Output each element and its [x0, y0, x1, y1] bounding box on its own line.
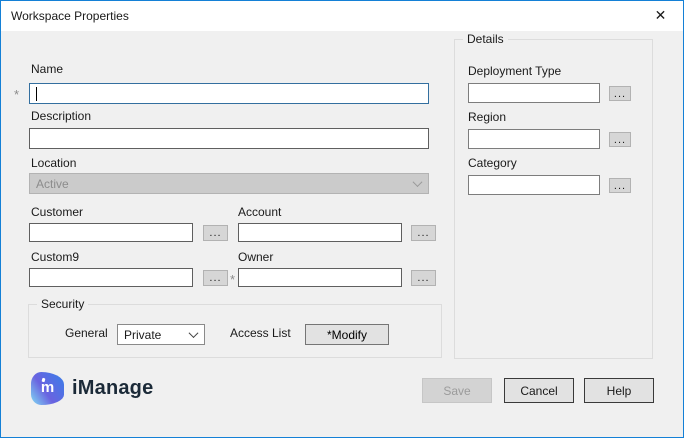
owner-label: Owner: [238, 250, 273, 264]
custom9-input[interactable]: [29, 268, 193, 287]
deployment-type-browse-button[interactable]: ...: [609, 86, 631, 101]
location-select: Active: [29, 173, 429, 194]
workspace-properties-dialog: Workspace Properties ✕ Name * Descriptio…: [0, 0, 684, 438]
help-button[interactable]: Help: [584, 378, 654, 403]
modify-access-list-button[interactable]: *Modify: [305, 324, 389, 345]
access-list-label: Access List: [230, 326, 291, 340]
customer-browse-button[interactable]: ...: [203, 225, 228, 241]
close-icon[interactable]: ✕: [638, 1, 683, 30]
save-button: Save: [422, 378, 492, 403]
brand-name: iManage: [72, 377, 153, 400]
account-input[interactable]: [238, 223, 402, 242]
security-legend: Security: [37, 297, 88, 311]
chevron-down-icon: [189, 328, 199, 338]
general-select[interactable]: Private: [117, 324, 205, 345]
deployment-type-input[interactable]: [468, 83, 600, 103]
location-selected-value: Active: [36, 177, 69, 191]
owner-browse-button[interactable]: ...: [411, 270, 436, 286]
chevron-down-icon: [413, 177, 423, 187]
details-groupbox: Details Deployment Type ... Region ... C…: [454, 39, 653, 359]
general-label: General: [65, 326, 108, 340]
category-input[interactable]: [468, 175, 600, 195]
general-selected-value: Private: [124, 328, 161, 342]
imanage-logo: m iManage: [31, 372, 153, 405]
text-caret: [36, 87, 37, 101]
name-label: Name: [31, 62, 63, 76]
name-input[interactable]: [29, 83, 429, 104]
category-browse-button[interactable]: ...: [609, 178, 631, 193]
deployment-type-label: Deployment Type: [468, 64, 561, 78]
cancel-button[interactable]: Cancel: [504, 378, 574, 403]
category-label: Category: [468, 156, 517, 170]
name-required-marker: *: [14, 87, 19, 102]
imanage-logo-icon: m: [31, 372, 64, 405]
security-groupbox: Security General Private Access List *Mo…: [28, 304, 442, 358]
region-browse-button[interactable]: ...: [609, 132, 631, 147]
location-label: Location: [31, 156, 76, 170]
account-browse-button[interactable]: ...: [411, 225, 436, 241]
owner-required-marker: *: [230, 272, 235, 287]
details-legend: Details: [463, 32, 508, 46]
region-label: Region: [468, 110, 506, 124]
custom9-browse-button[interactable]: ...: [203, 270, 228, 286]
title-bar[interactable]: Workspace Properties ✕: [1, 1, 683, 31]
owner-input[interactable]: [238, 268, 402, 287]
customer-input[interactable]: [29, 223, 193, 242]
description-label: Description: [31, 109, 91, 123]
description-input[interactable]: [29, 128, 429, 149]
window-title: Workspace Properties: [1, 9, 129, 23]
customer-label: Customer: [31, 205, 83, 219]
region-input[interactable]: [468, 129, 600, 149]
account-label: Account: [238, 205, 281, 219]
custom9-label: Custom9: [31, 250, 79, 264]
